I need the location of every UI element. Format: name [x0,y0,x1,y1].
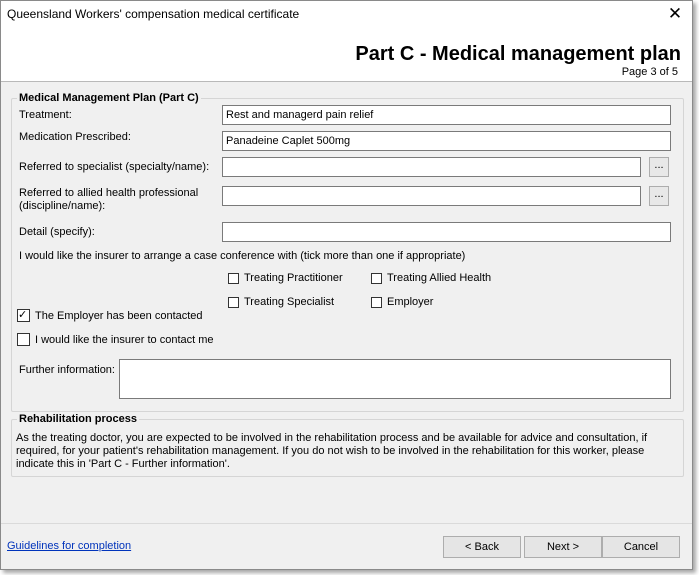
further-information-label: Further information: [19,364,115,376]
checkbox-label: Treating Specialist [244,296,335,308]
cancel-button[interactable]: Cancel [602,536,680,558]
checkbox-box[interactable] [371,296,382,308]
medication-field[interactable]: Panadeine Caplet 500mg [222,131,671,151]
dialog-window: Queensland Workers' compensation medical… [0,0,693,570]
checkbox-label: The Employer has been contacted [35,309,203,322]
title-bar: Queensland Workers' compensation medical… [1,1,692,29]
specialist-label: Referred to specialist (specialty/name): [19,161,210,173]
allied-field[interactable] [222,186,641,206]
checkbox-box[interactable] [228,296,239,308]
employer-contacted-checkbox[interactable]: ✓ The Employer has been contacted [17,309,203,322]
specialist-browse-button[interactable]: ... [649,157,669,177]
checkbox-box[interactable] [228,272,239,284]
rehab-group: As the treating doctor, you are expected… [11,419,684,477]
page-indicator: Page 3 of 5 [621,66,678,78]
allied-label-line1: Referred to allied health professional [19,187,199,199]
case-conference-text: I would like the insurer to arrange a ca… [19,250,466,262]
page-header: Part C - Medical management plan Page 3 … [1,29,692,82]
treating-specialist-checkbox[interactable]: Treating Specialist [228,296,334,308]
next-button[interactable]: Next > [524,536,602,558]
treating-practitioner-checkbox[interactable]: Treating Practitioner [228,272,343,284]
specialist-field[interactable] [222,157,641,177]
detail-field[interactable] [222,222,671,242]
allied-browse-button[interactable]: ... [649,186,669,206]
plan-group-title: Medical Management Plan (Part C) [17,92,201,104]
window-title: Queensland Workers' compensation medical… [7,7,300,21]
treatment-field[interactable]: Rest and managerd pain relief [222,105,671,125]
detail-label: Detail (specify): [19,226,95,238]
checkbox-box[interactable] [17,333,30,346]
rehab-description: As the treating doctor, you are expected… [16,432,648,470]
checkbox-label: I would like the insurer to contact me [35,333,214,346]
back-button[interactable]: < Back [443,536,521,558]
guidelines-link[interactable]: Guidelines for completion [7,540,131,552]
allied-label-line2: (discipline/name): [19,200,106,212]
checkbox-label: Treating Practitioner [244,272,343,284]
checkbox-box[interactable] [371,272,382,284]
rehab-group-title: Rehabilitation process [17,413,139,425]
checkbox-box[interactable]: ✓ [17,309,30,322]
page-title: Part C - Medical management plan [355,43,681,65]
checkmark-icon: ✓ [18,309,28,321]
employer-checkbox[interactable]: Employer [371,296,433,308]
further-information-field[interactable] [119,359,671,399]
footer-divider [1,523,692,524]
close-icon[interactable]: ✕ [658,1,692,29]
checkbox-label: Treating Allied Health [387,272,492,284]
treating-allied-health-checkbox[interactable]: Treating Allied Health [371,272,491,284]
treatment-label: Treatment: [19,109,72,121]
medication-label: Medication Prescribed: [19,131,131,143]
insurer-contact-checkbox[interactable]: I would like the insurer to contact me [17,333,214,346]
checkbox-label: Employer [387,296,434,308]
